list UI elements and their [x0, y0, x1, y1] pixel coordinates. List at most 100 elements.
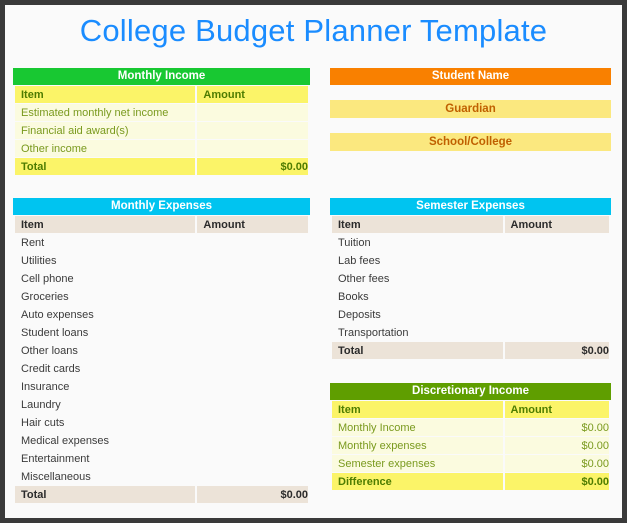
row-amount-input[interactable] [504, 252, 609, 269]
row-amount-input[interactable] [197, 234, 308, 251]
total-row: Total $0.00 [15, 486, 308, 503]
discretionary-income-panel: Discretionary Income Item Amount Monthly… [330, 383, 611, 491]
row-label: Lab fees [332, 252, 503, 269]
row-label: Financial aid award(s) [15, 122, 196, 139]
row-label: Miscellaneous [15, 468, 196, 485]
total-label: Total [15, 486, 196, 503]
column-header-item: Item [332, 401, 503, 418]
row-amount-input[interactable] [197, 306, 308, 323]
row-label: Monthly Income [332, 419, 503, 436]
difference-amount: $0.00 [504, 473, 609, 490]
row-label: Estimated monthly net income [15, 104, 196, 121]
row-label: Laundry [15, 396, 196, 413]
row-label: Medical expenses [15, 432, 196, 449]
row-amount-input[interactable] [504, 288, 609, 305]
school-college-field[interactable]: School/College [330, 133, 611, 151]
table-row[interactable]: Semester expenses $0.00 [332, 455, 609, 472]
table-header-row: Item Amount [332, 216, 609, 233]
table-row[interactable]: Credit cards [15, 360, 308, 377]
guardian-field[interactable]: Guardian [330, 100, 611, 118]
row-amount-input[interactable] [197, 104, 308, 121]
table-row[interactable]: Transportation [332, 324, 609, 341]
row-amount-input[interactable] [197, 252, 308, 269]
table-header-row: Item Amount [15, 216, 308, 233]
table-row[interactable]: Books [332, 288, 609, 305]
table-row[interactable]: Insurance [15, 378, 308, 395]
column-header-item: Item [15, 86, 196, 103]
table-row[interactable]: Utilities [15, 252, 308, 269]
row-amount-input[interactable] [197, 122, 308, 139]
row-amount-input[interactable] [197, 324, 308, 341]
row-amount: $0.00 [504, 419, 609, 436]
discretionary-income-table: Item Amount Monthly Income $0.00 Monthly … [330, 400, 611, 491]
row-amount-input[interactable] [197, 270, 308, 287]
table-row[interactable]: Auto expenses [15, 306, 308, 323]
discretionary-income-title: Discretionary Income [330, 383, 611, 400]
row-amount-input[interactable] [197, 360, 308, 377]
row-label: Transportation [332, 324, 503, 341]
column-header-amount: Amount [504, 216, 609, 233]
monthly-expenses-panel: Monthly Expenses Item Amount Rent Utilit… [13, 198, 310, 504]
table-row[interactable]: Medical expenses [15, 432, 308, 449]
table-row[interactable]: Other income [15, 140, 308, 157]
row-amount-input[interactable] [197, 140, 308, 157]
table-row[interactable]: Student loans [15, 324, 308, 341]
table-header-row: Item Amount [332, 401, 609, 418]
table-row[interactable]: Deposits [332, 306, 609, 323]
table-row[interactable]: Estimated monthly net income [15, 104, 308, 121]
row-amount-input[interactable] [504, 306, 609, 323]
row-label: Insurance [15, 378, 196, 395]
row-amount: $0.00 [504, 455, 609, 472]
row-label: Deposits [332, 306, 503, 323]
row-label: Rent [15, 234, 196, 251]
row-amount-input[interactable] [197, 342, 308, 359]
row-label: Other income [15, 140, 196, 157]
total-row: Total $0.00 [15, 158, 308, 175]
row-label: Auto expenses [15, 306, 196, 323]
monthly-income-panel: Monthly Income Item Amount Estimated mon… [13, 68, 310, 176]
row-amount-input[interactable] [504, 234, 609, 251]
table-row[interactable]: Rent [15, 234, 308, 251]
semester-expenses-panel: Semester Expenses Item Amount Tuition La… [330, 198, 611, 360]
total-row: Total $0.00 [332, 342, 609, 359]
monthly-income-title: Monthly Income [13, 68, 310, 85]
row-amount-input[interactable] [197, 432, 308, 449]
student-name-title[interactable]: Student Name [330, 68, 611, 85]
row-amount-input[interactable] [197, 468, 308, 485]
row-label: Student loans [15, 324, 196, 341]
table-row[interactable]: Groceries [15, 288, 308, 305]
row-amount-input[interactable] [197, 396, 308, 413]
monthly-income-table: Item Amount Estimated monthly net income… [13, 85, 310, 176]
row-amount-input[interactable] [197, 450, 308, 467]
table-row[interactable]: Financial aid award(s) [15, 122, 308, 139]
table-row[interactable]: Entertainment [15, 450, 308, 467]
row-amount-input[interactable] [504, 324, 609, 341]
table-row[interactable]: Tuition [332, 234, 609, 251]
row-amount-input[interactable] [197, 288, 308, 305]
table-row[interactable]: Monthly expenses $0.00 [332, 437, 609, 454]
row-amount-input[interactable] [197, 378, 308, 395]
table-row[interactable]: Hair cuts [15, 414, 308, 431]
budget-planner-page: College Budget Planner Template Monthly … [5, 5, 622, 518]
row-amount-input[interactable] [197, 414, 308, 431]
monthly-expenses-title: Monthly Expenses [13, 198, 310, 215]
semester-expenses-table: Item Amount Tuition Lab fees Other fees … [330, 215, 611, 360]
column-header-item: Item [332, 216, 503, 233]
row-label: Credit cards [15, 360, 196, 377]
difference-row: Difference $0.00 [332, 473, 609, 490]
total-amount: $0.00 [197, 486, 308, 503]
row-label: Entertainment [15, 450, 196, 467]
page-title: College Budget Planner Template [79, 13, 548, 48]
table-row[interactable]: Monthly Income $0.00 [332, 419, 609, 436]
table-row[interactable]: Other fees [332, 270, 609, 287]
table-row[interactable]: Lab fees [332, 252, 609, 269]
table-row[interactable]: Miscellaneous [15, 468, 308, 485]
row-label: Monthly expenses [332, 437, 503, 454]
row-amount-input[interactable] [504, 270, 609, 287]
row-label: Groceries [15, 288, 196, 305]
table-row[interactable]: Other loans [15, 342, 308, 359]
table-row[interactable]: Cell phone [15, 270, 308, 287]
table-row[interactable]: Laundry [15, 396, 308, 413]
total-amount: $0.00 [197, 158, 308, 175]
